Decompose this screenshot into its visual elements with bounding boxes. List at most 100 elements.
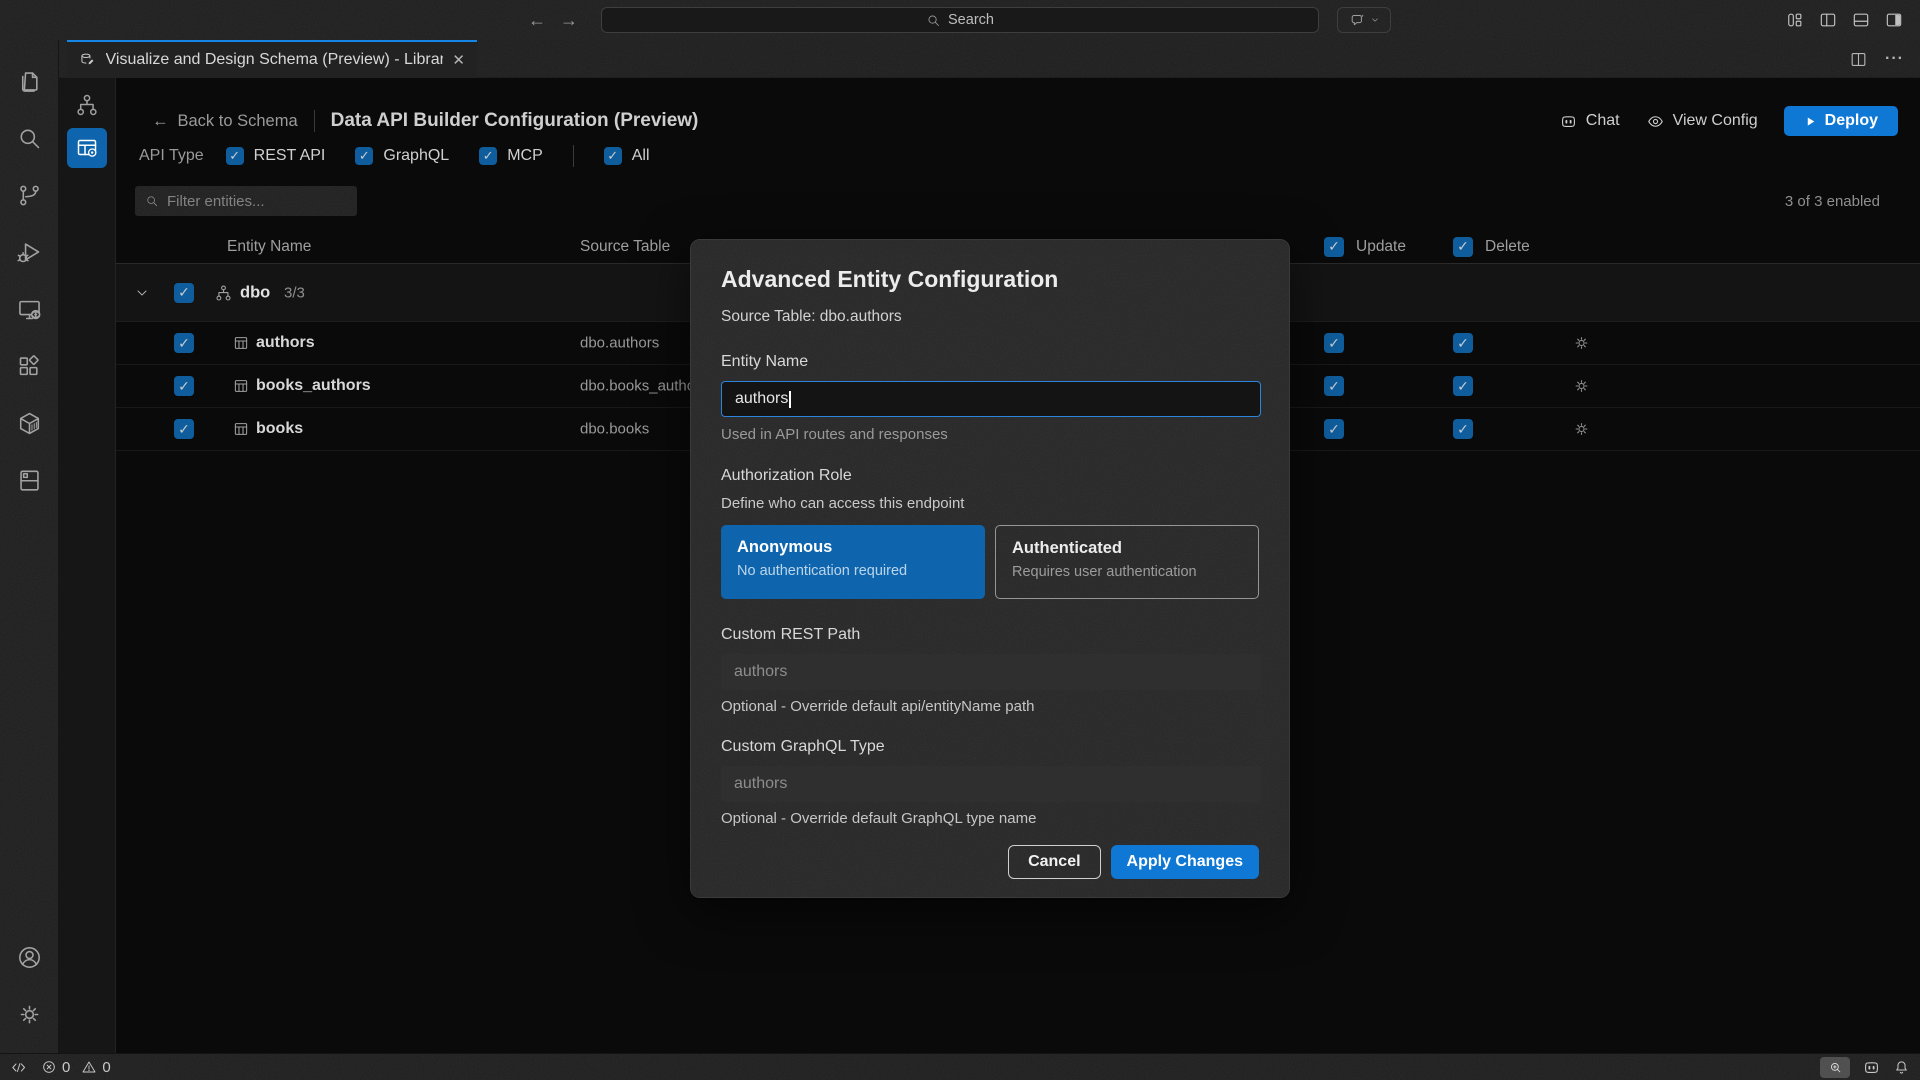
more-actions-icon[interactable]: ··· [1885, 50, 1904, 68]
play-icon [1804, 115, 1817, 128]
settings-gear-icon[interactable] [0, 986, 59, 1043]
run-debug-icon[interactable] [0, 224, 59, 281]
custom-graphql-type-box [721, 766, 1261, 802]
tab-title: Visualize and Design Schema (Preview) - … [106, 51, 444, 69]
deploy-button[interactable]: Deploy [1784, 106, 1898, 136]
deploy-label: Deploy [1825, 112, 1878, 130]
back-to-schema-button[interactable]: ← Back to Schema [152, 112, 298, 131]
custom-rest-path-box [721, 654, 1261, 690]
copilot-icon [1559, 112, 1578, 131]
chat-button[interactable]: Chat [1559, 112, 1620, 131]
search-icon [926, 13, 941, 28]
customize-layout-icon[interactable] [1785, 10, 1805, 30]
delete-checkbox[interactable] [1453, 376, 1473, 396]
copilot-menu-button[interactable] [1337, 7, 1391, 33]
role-title: Anonymous [737, 538, 969, 557]
schema-designer-icon[interactable] [74, 92, 100, 118]
search-view-icon[interactable] [0, 110, 59, 167]
authorization-role-label: Authorization Role [721, 467, 1259, 485]
view-config-button[interactable]: View Config [1646, 112, 1758, 131]
webview-side-strip [59, 78, 116, 1053]
forward-arrow-icon[interactable]: → [560, 10, 578, 31]
table-grid-icon [232, 377, 250, 395]
row-checkbox[interactable] [174, 419, 194, 439]
toggle-secondary-sidebar-icon[interactable] [1884, 10, 1904, 30]
all-label: All [632, 147, 650, 165]
problems-indicator[interactable]: 0 0 [41, 1059, 111, 1076]
update-checkbox[interactable] [1324, 333, 1344, 353]
zoom-indicator[interactable] [1820, 1057, 1850, 1078]
entity-name-input[interactable]: authors [721, 381, 1261, 417]
explorer-icon[interactable] [0, 53, 59, 110]
back-arrow-icon[interactable]: ← [528, 10, 546, 31]
api-builder-tab-tile[interactable] [67, 128, 107, 168]
custom-graphql-type-label: Custom GraphQL Type [721, 738, 1259, 756]
custom-graphql-type-input[interactable] [734, 775, 1248, 793]
search-icon [145, 194, 159, 208]
tab-visualize-design-schema[interactable]: Visualize and Design Schema (Preview) - … [67, 40, 477, 78]
eye-icon [1646, 112, 1665, 131]
notifications-bell-icon[interactable] [1893, 1059, 1910, 1076]
extensions-icon[interactable] [0, 338, 59, 395]
design-schema-icon [79, 51, 97, 69]
graphql-checkbox[interactable] [355, 147, 373, 165]
graphql-label: GraphQL [383, 147, 449, 165]
col-update: Update [1356, 238, 1406, 256]
split-editor-icon[interactable] [1849, 50, 1868, 69]
header-divider [314, 110, 315, 132]
entity-source: dbo.books_authors [580, 378, 708, 395]
remote-indicator[interactable] [10, 1059, 27, 1076]
row-settings-gear-icon[interactable] [1572, 420, 1591, 439]
chevron-down-icon[interactable] [134, 285, 150, 301]
toggle-primary-sidebar-icon[interactable] [1818, 10, 1838, 30]
mcp-checkbox[interactable] [479, 147, 497, 165]
command-center-search[interactable]: Search [601, 7, 1319, 33]
entity-name: authors [256, 334, 315, 352]
delete-checkbox[interactable] [1453, 419, 1473, 439]
toggle-panel-icon[interactable] [1851, 10, 1871, 30]
role-card-anonymous[interactable]: Anonymous No authentication required [721, 525, 985, 599]
all-checkbox[interactable] [604, 147, 622, 165]
custom-rest-path-input[interactable] [734, 663, 1248, 681]
filter-entities-box[interactable] [135, 186, 357, 216]
row-checkbox[interactable] [174, 376, 194, 396]
source-control-icon[interactable] [0, 167, 59, 224]
accounts-icon[interactable] [0, 929, 59, 986]
status-bar: 0 0 [0, 1053, 1920, 1080]
copilot-status-icon[interactable] [1862, 1058, 1881, 1077]
col-delete: Delete [1485, 238, 1530, 256]
row-settings-gear-icon[interactable] [1572, 377, 1591, 396]
page-header: ← Back to Schema Data API Builder Config… [116, 102, 1898, 140]
group-checkbox[interactable] [174, 283, 194, 303]
delete-checkbox[interactable] [1453, 333, 1473, 353]
chat-label: Chat [1586, 112, 1620, 130]
role-card-authenticated[interactable]: Authenticated Requires user authenticati… [995, 525, 1259, 599]
status-bar-right [1820, 1057, 1910, 1078]
back-label: Back to Schema [178, 112, 298, 131]
schema-hierarchy-icon [214, 283, 233, 302]
containers-icon[interactable] [0, 395, 59, 452]
update-checkbox[interactable] [1324, 419, 1344, 439]
vscode-window: ← → Search [0, 0, 1920, 1080]
database-projects-icon[interactable] [0, 452, 59, 509]
cancel-button[interactable]: Cancel [1008, 845, 1100, 879]
view-config-label: View Config [1673, 112, 1758, 130]
text-caret [789, 391, 791, 408]
tab-bar-actions: ··· [1849, 40, 1904, 78]
entity-name-label: Entity Name [721, 353, 1259, 371]
update-checkbox[interactable] [1324, 376, 1344, 396]
apply-changes-button[interactable]: Apply Changes [1111, 845, 1259, 879]
row-checkbox[interactable] [174, 333, 194, 353]
col-source-table: Source Table [580, 238, 670, 256]
entity-name: books [256, 420, 303, 438]
tab-close-icon[interactable]: ✕ [452, 51, 465, 69]
update-all-checkbox[interactable] [1324, 237, 1344, 257]
row-settings-gear-icon[interactable] [1572, 334, 1591, 353]
remote-explorer-icon[interactable] [0, 281, 59, 338]
table-grid-icon [232, 334, 250, 352]
filter-entities-input[interactable] [167, 193, 337, 210]
rest-api-checkbox[interactable] [226, 147, 244, 165]
api-type-divider [573, 145, 574, 167]
role-subtitle: No authentication required [737, 563, 969, 579]
delete-all-checkbox[interactable] [1453, 237, 1473, 257]
